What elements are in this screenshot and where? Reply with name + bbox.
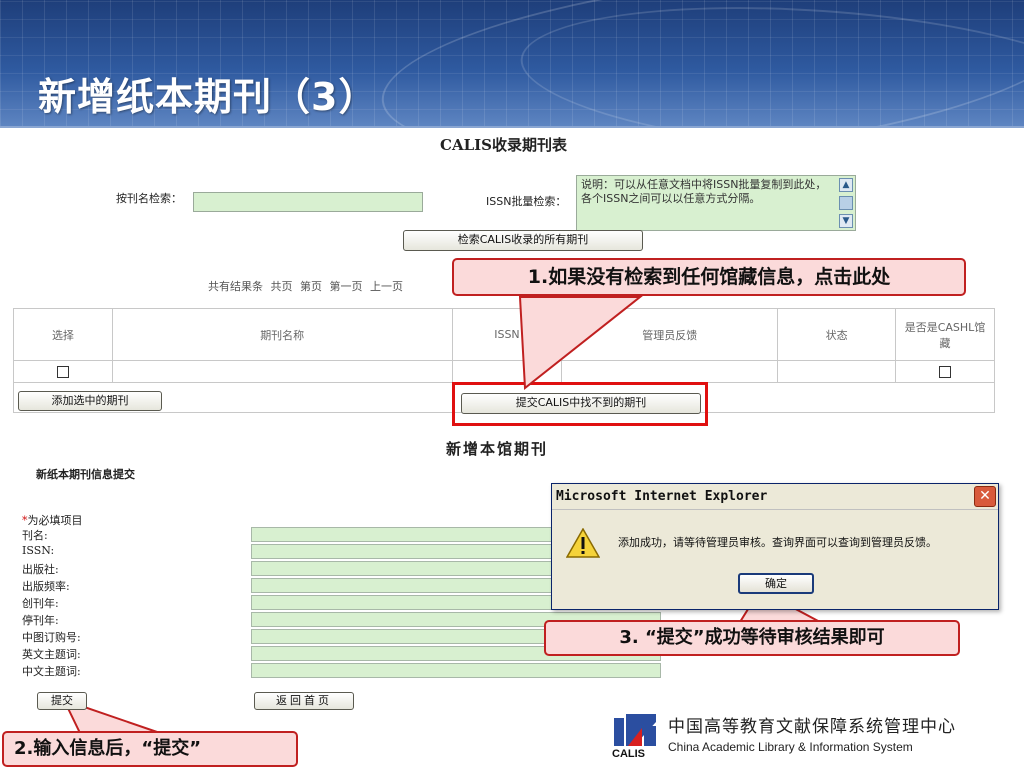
callout1-pointer <box>518 296 643 390</box>
calis-logo-icon <box>614 714 656 746</box>
field-label: 中文主题词: <box>22 665 81 678</box>
back-home-button[interactable]: 返回首页 <box>254 692 354 710</box>
ok-button[interactable]: 确定 <box>738 573 814 594</box>
submit-button[interactable]: 提交 <box>37 692 87 710</box>
field-label: 刊名: <box>22 529 48 542</box>
callout-step3: 3. “提交”成功等待审核结果即可 <box>544 620 960 656</box>
new-journal-section-title: 新增本馆期刊 <box>446 440 549 458</box>
field-label: 英文主题词: <box>22 648 81 661</box>
dialog-title: Microsoft Internet Explorer <box>556 489 768 504</box>
organization-name-en: China Academic Library & Information Sys… <box>668 740 913 754</box>
field-label: 出版社: <box>22 563 59 576</box>
chinese-subject-input[interactable] <box>251 663 661 678</box>
dialog-message: 添加成功，请等待管理员审核。查询界面可以查询到管理员反馈。 <box>618 536 937 549</box>
field-label: 中图订购号: <box>22 631 81 644</box>
form-title: 新纸本期刊信息提交 <box>36 468 135 481</box>
field-label: 出版频率: <box>22 580 70 593</box>
organization-name-cn: 中国高等教育文献保障系统管理中心 <box>668 717 956 737</box>
callout-step2: 2.输入信息后，“提交” <box>2 731 298 767</box>
warning-icon <box>566 528 600 558</box>
close-icon[interactable]: ✕ <box>974 486 996 507</box>
alert-dialog[interactable]: Microsoft Internet Explorer ✕ 添加成功，请等待管理… <box>551 483 999 610</box>
callout-step1: 1.如果没有检索到任何馆藏信息，点击此处 <box>452 258 966 296</box>
required-note-text: 为必填项目 <box>27 514 83 527</box>
field-label: ISSN: <box>22 544 55 557</box>
field-label: 停刊年: <box>22 614 59 627</box>
field-label: 创刊年: <box>22 597 59 610</box>
required-note: *为必填项目 <box>22 512 83 528</box>
calis-logo-text: CALIS <box>612 748 645 760</box>
dialog-titlebar[interactable]: Microsoft Internet Explorer ✕ <box>552 484 998 510</box>
